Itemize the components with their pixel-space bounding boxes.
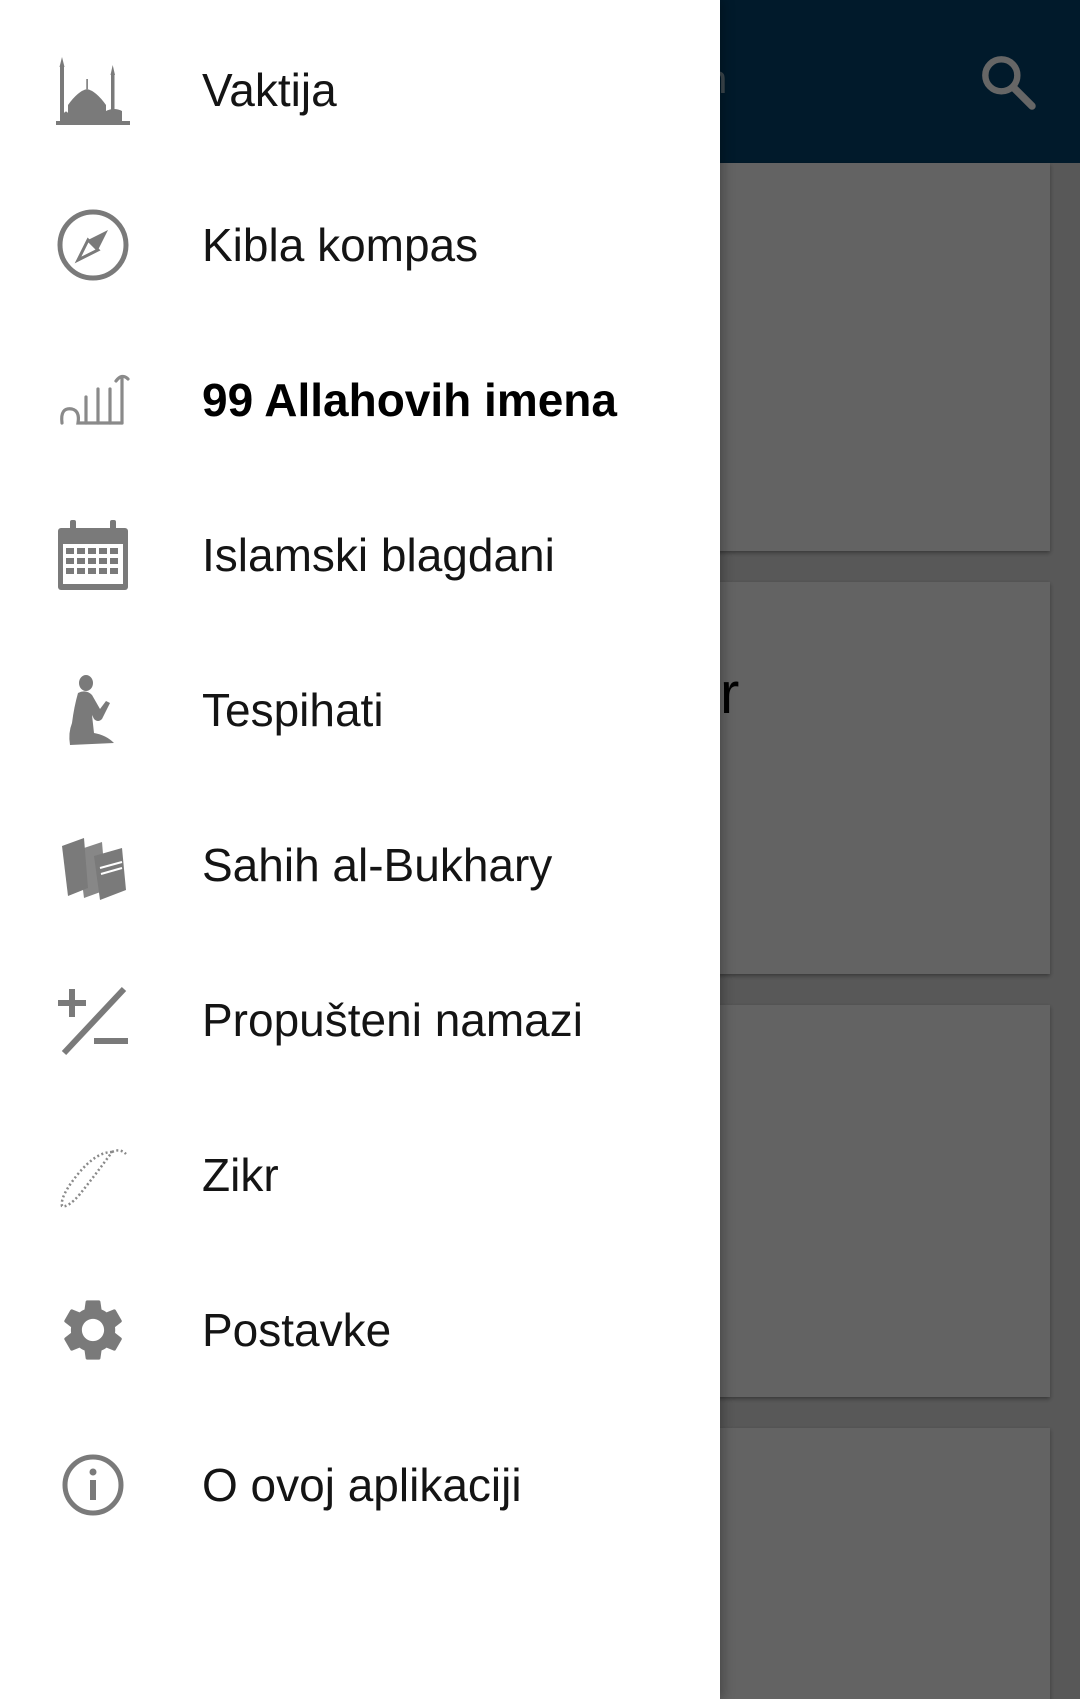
- nav-item-label: Sahih al-Bukhary: [202, 838, 553, 891]
- nav-item-99-allahovih-imena[interactable]: 99 Allahovih imena: [0, 322, 720, 477]
- nav-item-label: Propušteni namazi: [202, 993, 583, 1046]
- nav-item-propusteni-namazi[interactable]: Propušteni namazi: [0, 942, 720, 1097]
- nav-item-tespihati[interactable]: Tespihati: [0, 632, 720, 787]
- books-icon: [56, 828, 130, 902]
- gear-icon: [56, 1293, 130, 1367]
- nav-item-label: Zikr: [202, 1148, 279, 1201]
- nav-item-zikr[interactable]: Zikr: [0, 1097, 720, 1252]
- plus-minus-icon: [56, 983, 130, 1057]
- nav-item-islamski-blagdani[interactable]: Islamski blagdani: [0, 477, 720, 632]
- nav-item-label: 99 Allahovih imena: [202, 373, 617, 426]
- nav-item-kibla-kompas[interactable]: Kibla kompas: [0, 167, 720, 322]
- nav-item-label: Tespihati: [202, 683, 384, 736]
- nav-item-label: Kibla kompas: [202, 218, 479, 271]
- nav-list: Vaktija Kibla kompas 99 Allahovih imena …: [0, 12, 720, 1562]
- prayer-beads-icon: [56, 1138, 130, 1212]
- nav-item-vaktija[interactable]: Vaktija: [0, 12, 720, 167]
- nav-item-label: Vaktija: [202, 63, 337, 116]
- compass-icon: [56, 208, 130, 282]
- mosque-icon: [56, 53, 130, 127]
- nav-item-label: Islamski blagdani: [202, 528, 555, 581]
- info-icon: [56, 1448, 130, 1522]
- nav-item-sahih-al-bukhary[interactable]: Sahih al-Bukhary: [0, 787, 720, 942]
- allah-calligraphy-icon: [56, 363, 130, 437]
- calendar-icon: [56, 518, 130, 592]
- navigation-drawer: Vaktija Kibla kompas 99 Allahovih imena …: [0, 0, 720, 1699]
- praying-person-icon: [56, 673, 130, 747]
- nav-item-o-ovoj-aplikaciji[interactable]: O ovoj aplikaciji: [0, 1407, 720, 1562]
- nav-item-postavke[interactable]: Postavke: [0, 1252, 720, 1407]
- nav-item-label: Postavke: [202, 1303, 392, 1356]
- nav-item-label: O ovoj aplikaciji: [202, 1458, 522, 1511]
